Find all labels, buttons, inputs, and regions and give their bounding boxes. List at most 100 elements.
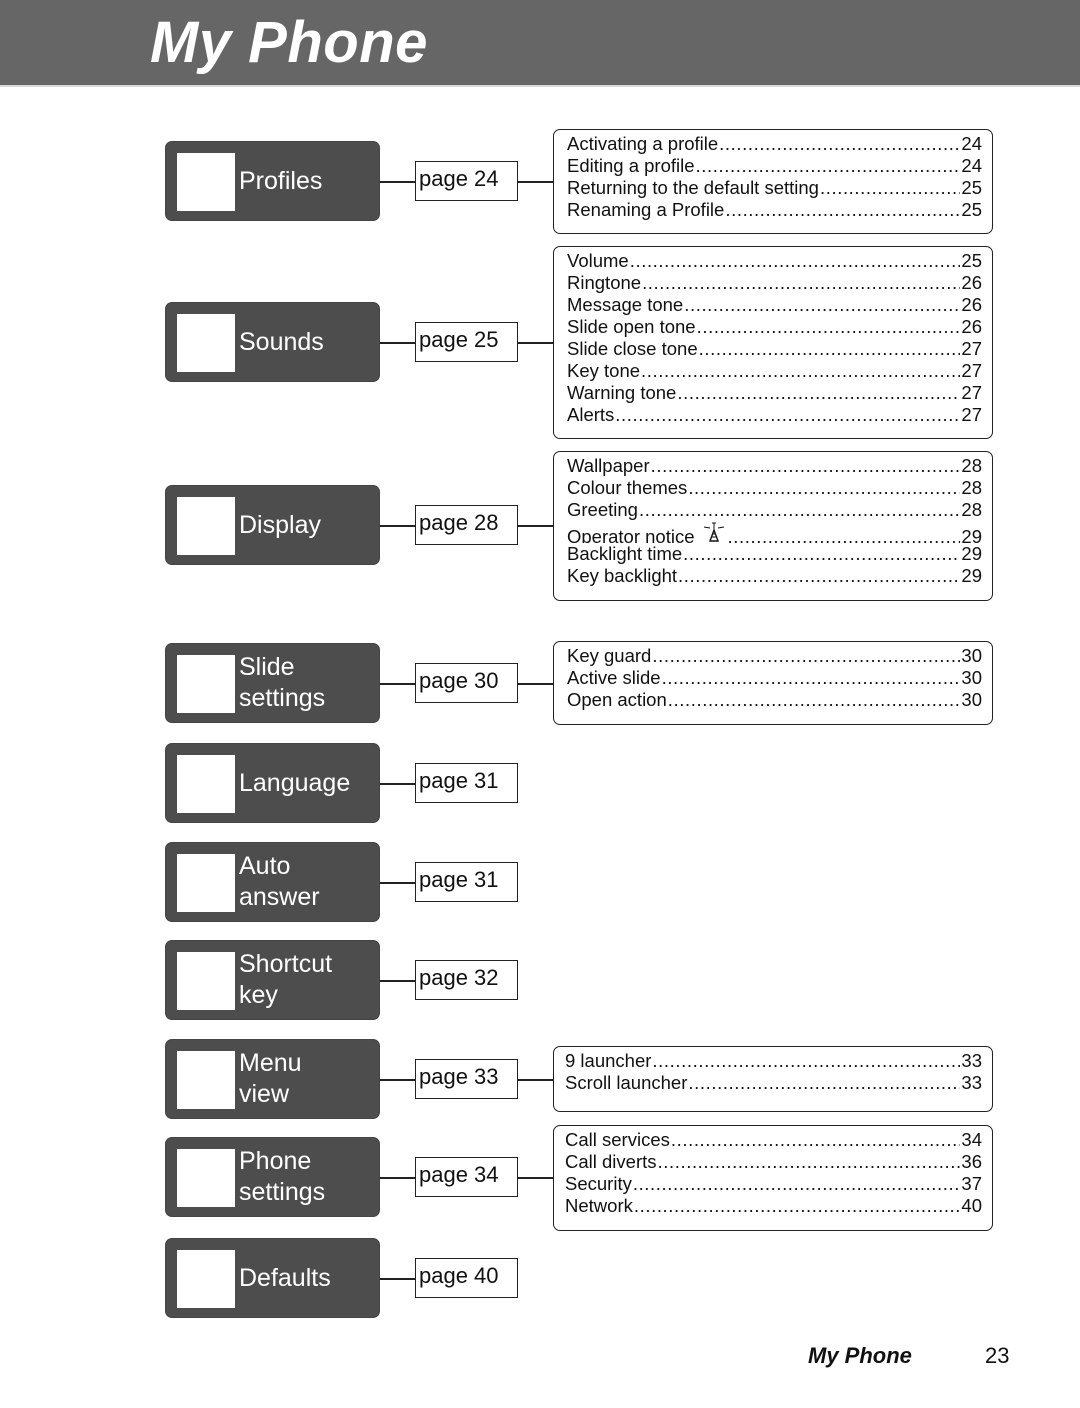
leader-dots: [652, 645, 960, 667]
leader-dots: [677, 382, 960, 404]
menu-tile-sounds[interactable]: Sounds: [165, 302, 380, 382]
footer-page-number: 23: [985, 1343, 1010, 1368]
leader-dots: [699, 338, 961, 360]
menu-tile-label: Phone settings: [239, 1147, 326, 1206]
menu-tile-label: Auto answer: [239, 852, 320, 911]
toc-entry[interactable]: Slide open tone 26: [567, 316, 982, 338]
menu-tile-language[interactable]: Language: [165, 743, 380, 823]
toc-entry-label: Activating a profile: [567, 133, 719, 154]
connector-line: [380, 342, 416, 344]
menu-tile-label: Defaults: [239, 1263, 331, 1292]
toc-entry[interactable]: Active slide 30: [567, 667, 982, 689]
page-reference-slide-settings[interactable]: page 30: [415, 663, 518, 703]
toc-box-display: Wallpaper 28 Colour themes 28 Greeting 28 O…: [553, 451, 993, 601]
menu-tile-menu-view[interactable]: Menu view: [165, 1039, 380, 1119]
antenna-icon: [703, 522, 724, 542]
page-reference-sounds[interactable]: page 25: [415, 322, 518, 362]
toc-entry[interactable]: Key tone 27: [567, 360, 982, 382]
menu-tile-profiles[interactable]: Profiles: [165, 141, 380, 221]
toc-entry-label: Key guard: [567, 645, 652, 666]
page-reference-phone-settings[interactable]: page 34: [415, 1157, 518, 1197]
toc-entry[interactable]: Warning tone 27: [567, 382, 982, 404]
toc-entry[interactable]: Volume 25: [567, 250, 982, 272]
phone-settings-icon: [177, 1149, 235, 1207]
page-reference-profiles[interactable]: page 24: [415, 161, 518, 201]
connector-line: [380, 980, 416, 982]
toc-entry[interactable]: Alerts 27: [567, 404, 982, 426]
leader-dots: [728, 526, 961, 543]
toc-entry-page: 28: [961, 499, 982, 520]
toc-entry-label: Key backlight: [567, 565, 678, 586]
toc-entry-page: 27: [961, 404, 982, 425]
toc-entry[interactable]: Slide close tone 27: [567, 338, 982, 360]
menu-tile-label: Shortcut key: [239, 950, 333, 1009]
toc-entry[interactable]: 9 launcher 33: [565, 1050, 982, 1072]
toc-box-phone-settings: Call services 34 Call diverts 36 Security 3…: [553, 1125, 993, 1231]
toc-entry-page: 33: [961, 1072, 982, 1093]
toc-entry-label: Open action: [567, 689, 667, 710]
page-reference-auto-answer[interactable]: page 31: [415, 862, 518, 902]
page-reference-display[interactable]: page 28: [415, 505, 518, 545]
leader-dots: [662, 667, 961, 689]
leader-dots: [639, 499, 960, 521]
toc-entry-page: 29: [961, 565, 982, 586]
toc-entry-page: 25: [961, 177, 982, 198]
leader-dots: [642, 272, 960, 294]
toc-entry[interactable]: Open action 30: [567, 689, 982, 711]
page-reference-menu-view[interactable]: page 33: [415, 1059, 518, 1099]
toc-entry[interactable]: Key guard 30: [567, 645, 982, 667]
menu-tile-defaults[interactable]: Defaults: [165, 1238, 380, 1318]
menu-tile-auto-answer[interactable]: Auto answer: [165, 842, 380, 922]
toc-entry-label: Operator notice: [567, 526, 695, 543]
leader-dots: [633, 1173, 961, 1195]
toc-entry[interactable]: Wallpaper 28: [567, 455, 982, 477]
menu-tile-phone-settings[interactable]: Phone settings: [165, 1137, 380, 1217]
toc-entry-label: Warning tone: [567, 382, 677, 403]
toc-entry[interactable]: Key backlight 29: [567, 565, 982, 587]
toc-entry-page: 30: [961, 645, 982, 666]
toc-entry[interactable]: Call diverts 36: [565, 1151, 982, 1173]
toc-box-profiles: Activating a profile 24 Editing a profile…: [553, 129, 993, 234]
toc-entry-page: 24: [961, 155, 982, 176]
connector-line: [518, 181, 554, 183]
leader-dots: [820, 177, 960, 199]
toc-entry-page: 29: [961, 526, 982, 543]
toc-entry[interactable]: Renaming a Profile 25: [567, 199, 982, 221]
menu-tile-slide-settings[interactable]: Slide settings: [165, 643, 380, 723]
leader-dots: [641, 360, 960, 382]
page-reference-shortcut-key[interactable]: page 32: [415, 960, 518, 1000]
toc-entry[interactable]: Backlight time 29: [567, 543, 982, 565]
toc-entry-page: 26: [961, 294, 982, 315]
toc-entry-label: Call services: [565, 1129, 670, 1150]
toc-entry[interactable]: Message tone 26: [567, 294, 982, 316]
toc-box-sounds: Volume 25 Ringtone 26 Message tone 26 Slide…: [553, 246, 993, 439]
toc-entry-label: Greeting: [567, 499, 638, 520]
toc-entry-label: Scroll launcher: [565, 1072, 688, 1093]
toc-entry[interactable]: Returning to the default setting 25: [567, 177, 982, 199]
toc-entry-page: 34: [961, 1129, 982, 1150]
toc-entry[interactable]: Scroll launcher 33: [565, 1072, 982, 1094]
connector-line: [518, 342, 554, 344]
toc-entry[interactable]: Security 37: [565, 1173, 982, 1195]
toc-entry-page: 24: [961, 133, 982, 154]
menu-tile-display[interactable]: Display: [165, 485, 380, 565]
shortcut-key-icon: [177, 952, 235, 1010]
page-reference-defaults[interactable]: page 40: [415, 1258, 518, 1298]
toc-entry[interactable]: Editing a profile 24: [567, 155, 982, 177]
page-reference-language[interactable]: page 31: [415, 763, 518, 803]
menu-tile-shortcut-key[interactable]: Shortcut key: [165, 940, 380, 1020]
toc-entry-label: Network: [565, 1195, 633, 1216]
toc-entry-page: 28: [961, 477, 982, 498]
toc-entry-label: Wallpaper: [567, 455, 650, 476]
toc-entry[interactable]: Greeting 28: [567, 499, 982, 521]
toc-entry[interactable]: Ringtone 26: [567, 272, 982, 294]
leader-dots: [688, 477, 960, 499]
toc-entry[interactable]: Activating a profile 24: [567, 133, 982, 155]
toc-entry-page: 27: [961, 338, 982, 359]
toc-entry[interactable]: Call services 34: [565, 1129, 982, 1151]
toc-entry[interactable]: Colour themes 28: [567, 477, 982, 499]
leader-dots: [697, 316, 961, 338]
toc-entry[interactable]: Network 40: [565, 1195, 982, 1217]
toc-entry-label: Security: [565, 1173, 632, 1194]
toc-entry[interactable]: Operator notice 29: [567, 521, 982, 543]
